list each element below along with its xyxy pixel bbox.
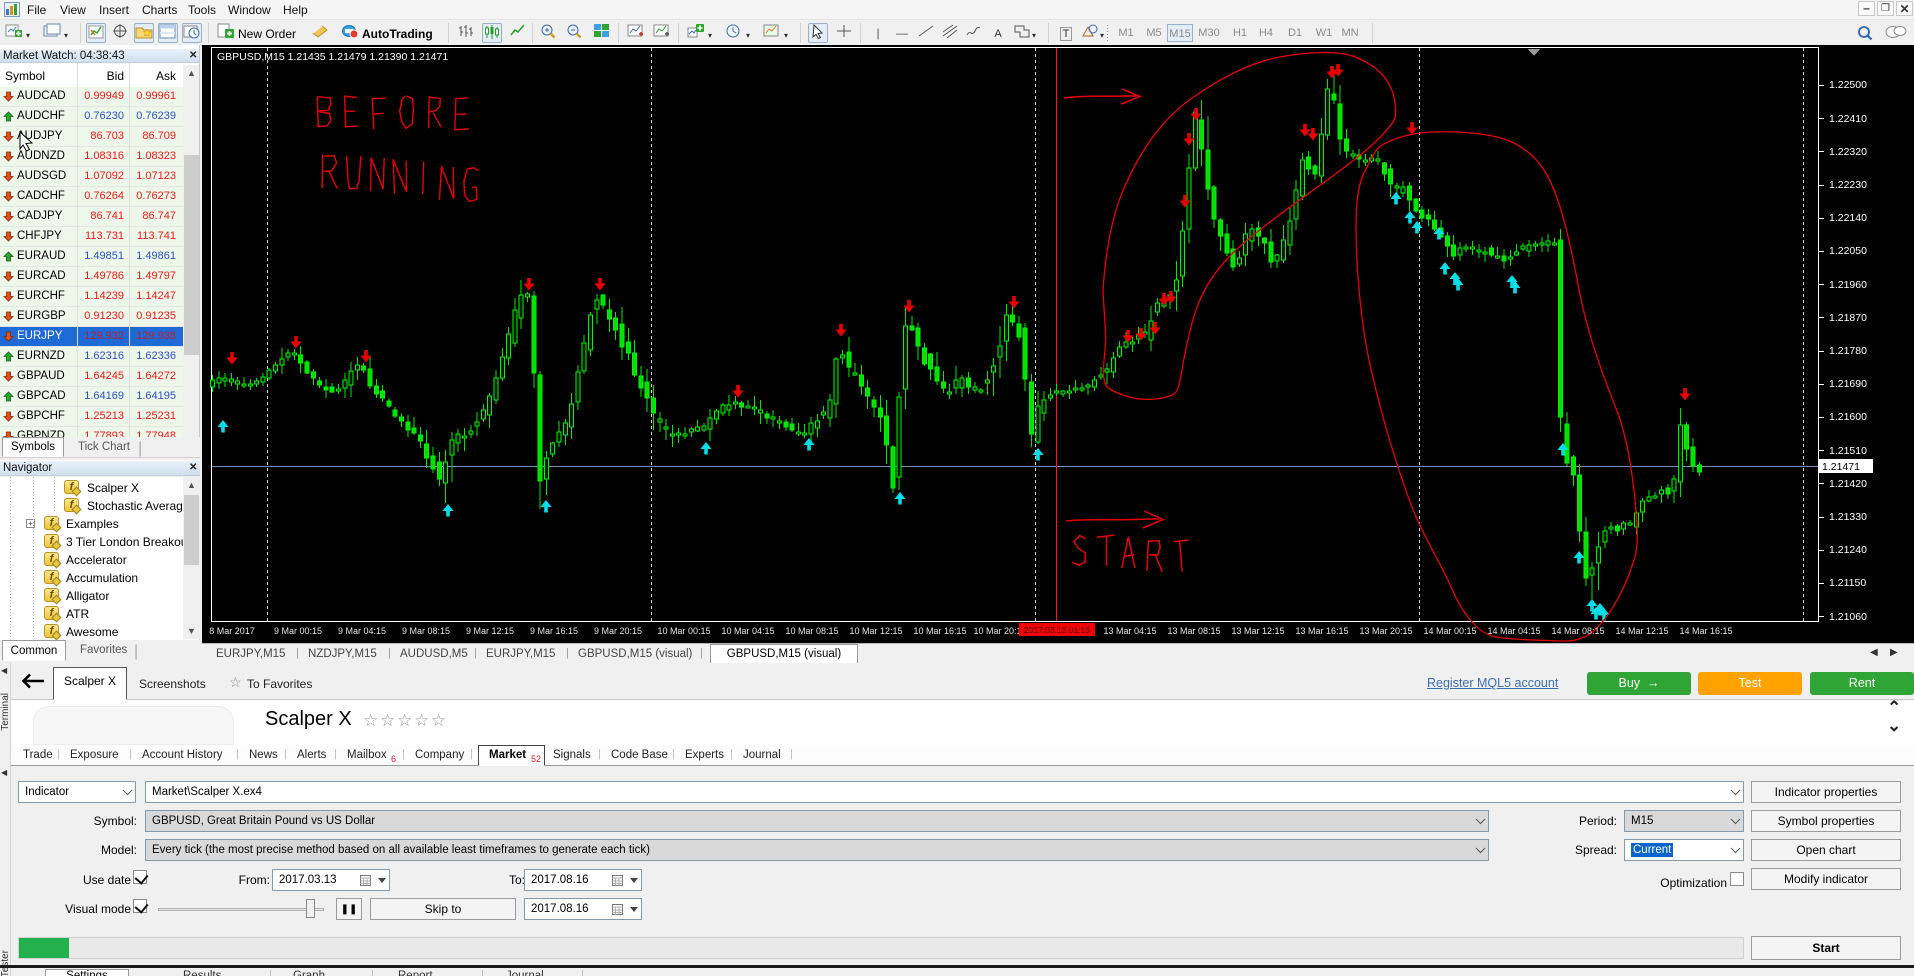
svg-text:10 Mar 12:15: 10 Mar 12:15 <box>849 626 902 636</box>
svg-text:1.21150: 1.21150 <box>1829 577 1866 589</box>
svg-text:1.22140: 1.22140 <box>1829 212 1867 224</box>
svg-text:13 Mar 12:15: 13 Mar 12:15 <box>1231 626 1284 636</box>
svg-text:1.22320: 1.22320 <box>1829 146 1867 158</box>
svg-text:1.21330: 1.21330 <box>1829 511 1867 523</box>
svg-text:8 Mar 2017: 8 Mar 2017 <box>209 626 255 636</box>
svg-text:10 Mar 16:15: 10 Mar 16:15 <box>913 626 966 636</box>
svg-text:9 Mar 12:15: 9 Mar 12:15 <box>466 626 514 636</box>
svg-text:1.21960: 1.21960 <box>1829 279 1867 291</box>
svg-text:13 Mar 08:15: 13 Mar 08:15 <box>1167 626 1220 636</box>
svg-text:9 Mar 08:15: 9 Mar 08:15 <box>402 626 450 636</box>
svg-text:1.21600: 1.21600 <box>1829 411 1867 423</box>
svg-text:14 Mar 08:15: 14 Mar 08:15 <box>1551 626 1604 636</box>
svg-text:1.22500: 1.22500 <box>1829 79 1867 91</box>
svg-text:1.21240: 1.21240 <box>1829 544 1867 556</box>
svg-text:14 Mar 04:15: 14 Mar 04:15 <box>1487 626 1540 636</box>
svg-text:1.21780: 1.21780 <box>1829 345 1867 357</box>
svg-text:10 Mar 08:15: 10 Mar 08:15 <box>785 626 838 636</box>
svg-text:13 Mar 20:15: 13 Mar 20:15 <box>1359 626 1412 636</box>
svg-text:14 Mar 00:15: 14 Mar 00:15 <box>1423 626 1476 636</box>
svg-text:14 Mar 16:15: 14 Mar 16:15 <box>1679 626 1732 636</box>
svg-text:GBPUSD,M15 1.21435 1.21479 1.: GBPUSD,M15 1.21435 1.21479 1.21390 1.214… <box>217 51 448 63</box>
svg-text:1.21690: 1.21690 <box>1829 378 1867 390</box>
svg-text:10 Mar 04:15: 10 Mar 04:15 <box>721 626 774 636</box>
svg-text:9 Mar 16:15: 9 Mar 16:15 <box>530 626 578 636</box>
svg-text:1.22050: 1.22050 <box>1829 245 1867 257</box>
svg-text:1.21471: 1.21471 <box>1822 461 1860 473</box>
svg-text:14 Mar 12:15: 14 Mar 12:15 <box>1615 626 1668 636</box>
svg-text:10 Mar 00:15: 10 Mar 00:15 <box>657 626 710 636</box>
svg-text:1.21510: 1.21510 <box>1829 445 1867 457</box>
svg-text:13 Mar 04:15: 13 Mar 04:15 <box>1103 626 1156 636</box>
svg-text:9 Mar 04:15: 9 Mar 04:15 <box>338 626 386 636</box>
svg-text:10 Mar 20:15: 10 Mar 20:15 <box>973 626 1026 636</box>
svg-text:1.21060: 1.21060 <box>1829 611 1867 623</box>
svg-text:1.21420: 1.21420 <box>1829 478 1867 490</box>
svg-text:9 Mar 20:15: 9 Mar 20:15 <box>594 626 642 636</box>
svg-text:9 Mar 00:15: 9 Mar 00:15 <box>274 626 322 636</box>
svg-text:1.21870: 1.21870 <box>1829 312 1867 324</box>
svg-text:1.22410: 1.22410 <box>1829 113 1867 125</box>
svg-text:2017.03.13 01:15: 2017.03.13 01:15 <box>1024 625 1090 635</box>
svg-text:13 Mar 16:15: 13 Mar 16:15 <box>1295 626 1348 636</box>
svg-text:1.22230: 1.22230 <box>1829 179 1867 191</box>
